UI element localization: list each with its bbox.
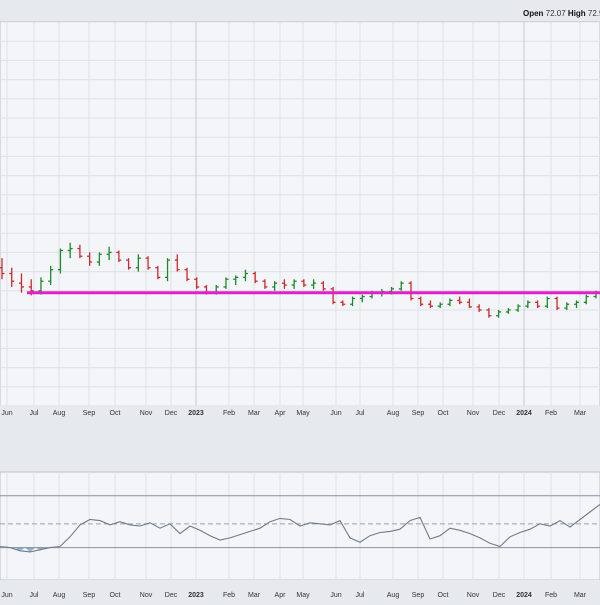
x-tick-label: Mar [248,592,261,599]
price-chart: Open 72.07 High 72.96 Jun Jul Aug Sep Oct Nov… [0,9,600,600]
price-grid [0,22,600,406]
open-label: Open [523,9,544,18]
x-tick-label: Sep [412,592,425,599]
x-tick-label: Jun [1,410,12,417]
x-tick-label: 2023 [188,592,204,599]
x-tick-label: Feb [545,592,557,599]
x-tick-label: Jul [356,410,365,417]
x-tick-label: Feb [223,592,235,599]
x-tick-label: Mar [574,410,587,417]
x-tick-label: Mar [574,592,587,599]
x-tick-label: Dec [165,410,178,417]
x-tick-label: Jun [1,592,12,599]
x-tick-label: Nov [467,410,480,417]
x-tick-label: 2024 [516,410,532,417]
x-tick-label: Oct [110,410,121,417]
x-tick-label: Nov [467,592,480,599]
x-tick-label: Aug [387,592,400,599]
x-tick-label: Nov [140,592,153,599]
x-tick-label: Oct [438,592,449,599]
x-tick-label: Jul [30,592,39,599]
x-tick-label: May [296,410,310,417]
x-tick-label: Sep [412,410,425,417]
ohlc-readout: Open 72.07 High 72.96 [523,9,600,18]
ohlc-readout-text: Open 72.07 High 72.96 [523,9,600,18]
x-tick-label: 2024 [516,592,532,599]
chart-window: Open 72.07 High 72.96 Jun Jul Aug Sep Oct Nov… [0,0,600,600]
x-tick-label: Aug [53,592,66,599]
x-tick-label: Jun [330,592,341,599]
x-tick-label: Oct [110,592,121,599]
high-label: High [568,9,586,18]
x-tick-label: Aug [53,410,66,417]
x-tick-label: 2023 [188,410,204,417]
x-tick-label: Sep [83,592,96,599]
x-tick-label: Feb [223,410,235,417]
x-tick-label: Sep [83,410,96,417]
x-tick-label: Mar [248,410,261,417]
x-tick-label: Feb [545,410,557,417]
x-tick-label: Dec [493,592,506,599]
x-tick-label: May [296,592,310,599]
x-tick-label: Aug [387,410,400,417]
x-tick-label: Dec [165,592,178,599]
x-tick-label: Nov [140,410,153,417]
x-tick-label: Apr [275,592,287,599]
x-tick-label: Oct [438,410,449,417]
x-tick-label: Jul [356,592,365,599]
high-value: 72.96 [586,9,600,18]
open-value: 72.07 [543,9,567,18]
x-tick-label: Apr [275,410,287,417]
x-tick-label: Dec [493,410,506,417]
x-tick-label: Jun [330,410,341,417]
x-tick-label: Jul [30,410,39,417]
